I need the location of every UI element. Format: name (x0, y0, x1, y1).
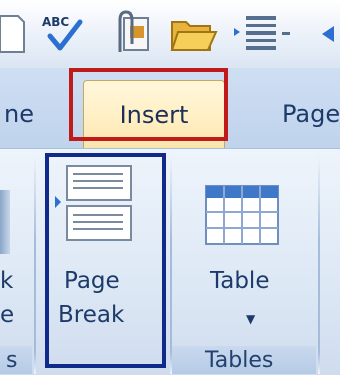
chevron-down-icon[interactable]: ▼ (246, 312, 255, 326)
tab-page-layout[interactable]: Page (282, 100, 340, 128)
group-separator (170, 154, 172, 374)
tab-home[interactable]: ne (4, 100, 34, 128)
table-button[interactable]: Table (210, 268, 269, 294)
quick-access-toolbar: ABC (0, 0, 340, 69)
open-folder-icon[interactable] (170, 8, 220, 56)
spelling-abc-icon[interactable]: ABC (40, 8, 88, 56)
partial-button-line2[interactable]: e (0, 302, 14, 328)
table-grid-icon[interactable] (204, 184, 280, 246)
bullets-icon[interactable] (232, 8, 302, 56)
tables-group-label: Tables (205, 348, 274, 373)
new-document-icon[interactable] (0, 8, 26, 56)
group-separator (34, 154, 36, 374)
more-icon[interactable] (318, 8, 340, 56)
insert-tab-highlight (69, 68, 228, 141)
attach-file-icon[interactable] (110, 8, 152, 56)
pages-group-label: s (6, 348, 18, 373)
page-break-highlight (45, 153, 166, 368)
partial-button-line1[interactable]: k (0, 268, 13, 294)
cover-page-icon[interactable] (0, 190, 10, 254)
svg-text:ABC: ABC (42, 15, 69, 29)
group-separator (318, 154, 320, 374)
